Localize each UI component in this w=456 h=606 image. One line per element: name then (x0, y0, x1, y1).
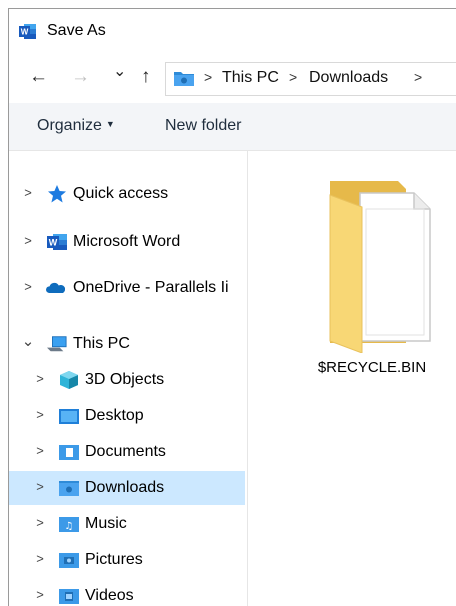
3d-objects-icon (60, 371, 78, 389)
window-title: Save As (47, 22, 106, 39)
onedrive-icon (46, 282, 65, 293)
tree-label: OneDrive - Parallels Ii (73, 279, 229, 296)
tree-label: Quick access (73, 185, 169, 202)
save-as-dialog: W Save As ← → ⌄ ↑ > This PC > Downloads … (8, 8, 456, 606)
pictures-icon (59, 553, 79, 568)
tree-item-music[interactable]: > ♫ Music (9, 507, 245, 541)
file-item-recycle-bin[interactable]: $RECYCLE.BIN (302, 181, 442, 381)
chevron-right-icon[interactable]: > (33, 443, 47, 458)
desktop-icon (59, 409, 79, 424)
new-folder-button[interactable]: New folder (165, 117, 241, 135)
chevron-right-icon: > (289, 69, 298, 85)
chevron-right-icon[interactable]: > (33, 407, 47, 422)
tree-item-microsoft-word[interactable]: > W Microsoft Word (9, 225, 245, 259)
tree-label: 3D Objects (85, 371, 165, 388)
word-icon: W (47, 234, 67, 250)
navigation-pane: > Quick access > W Microsoft Word > OneD… (9, 151, 248, 606)
tree-item-downloads[interactable]: > Downloads (9, 471, 245, 505)
tree-item-3d-objects[interactable]: > 3D Objects (9, 363, 245, 397)
forward-button[interactable]: → (71, 67, 90, 87)
tree-label: Music (85, 515, 127, 532)
caret-down-icon: ▼ (105, 119, 115, 129)
chevron-right-icon[interactable]: > (33, 587, 47, 602)
documents-icon (59, 445, 79, 460)
tree-item-videos[interactable]: > Videos (9, 579, 245, 606)
computer-icon (47, 336, 67, 352)
tree-label: Pictures (85, 551, 143, 568)
folder-icon (329, 181, 431, 353)
back-button[interactable]: ← (29, 67, 48, 87)
svg-text:W: W (21, 28, 29, 37)
organize-label: Organize (37, 117, 102, 134)
tree-item-desktop[interactable]: > Desktop (9, 399, 245, 433)
title-bar: W Save As (9, 9, 456, 53)
tree-item-quick-access[interactable]: > Quick access (9, 177, 245, 211)
tree-item-pictures[interactable]: > Pictures (9, 543, 245, 577)
tree-label: This PC (73, 335, 130, 352)
file-list: $RECYCLE.BIN (248, 151, 456, 606)
downloads-folder-icon (174, 72, 194, 86)
chevron-down-icon[interactable]: ⌄ (21, 332, 35, 350)
word-icon: W (19, 24, 36, 39)
tree-item-this-pc[interactable]: ⌄ This PC (9, 327, 245, 361)
chevron-right-icon[interactable]: > (414, 69, 422, 85)
navigation-bar: ← → ⌄ ↑ > This PC > Downloads > (9, 53, 456, 103)
tree-label: Downloads (85, 479, 165, 496)
address-bar[interactable]: > This PC > Downloads > (165, 62, 456, 96)
downloads-icon (59, 481, 79, 496)
star-icon (48, 185, 66, 203)
tree-label: Documents (85, 443, 166, 460)
chevron-right-icon[interactable]: > (33, 551, 47, 566)
svg-text:W: W (49, 238, 58, 248)
tree-label: Microsoft Word (73, 233, 181, 250)
tree-item-documents[interactable]: > Documents (9, 435, 245, 469)
recent-locations-button[interactable]: ⌄ (113, 62, 126, 82)
chevron-right-icon[interactable]: > (33, 371, 47, 386)
chevron-right-icon[interactable]: > (33, 515, 47, 530)
chevron-right-icon[interactable]: > (21, 279, 35, 294)
chevron-right-icon[interactable]: > (21, 185, 35, 200)
tree-label: Videos (85, 587, 134, 604)
videos-icon (59, 589, 79, 604)
breadcrumb-this-pc[interactable]: This PC (222, 69, 279, 87)
file-name: $RECYCLE.BIN (317, 359, 427, 376)
organize-button[interactable]: Organize ▼ (37, 117, 115, 135)
chevron-right-icon[interactable]: > (33, 479, 47, 494)
tree-label: Desktop (85, 407, 144, 424)
svg-text:♫: ♫ (65, 521, 74, 532)
breadcrumb-downloads[interactable]: Downloads (309, 69, 388, 87)
up-button[interactable]: ↑ (141, 67, 151, 87)
music-icon: ♫ (59, 517, 79, 532)
command-bar: Organize ▼ New folder (9, 103, 456, 151)
tree-item-onedrive[interactable]: > OneDrive - Parallels Ii (9, 271, 245, 305)
chevron-right-icon: > (204, 69, 213, 85)
chevron-right-icon[interactable]: > (21, 233, 35, 248)
